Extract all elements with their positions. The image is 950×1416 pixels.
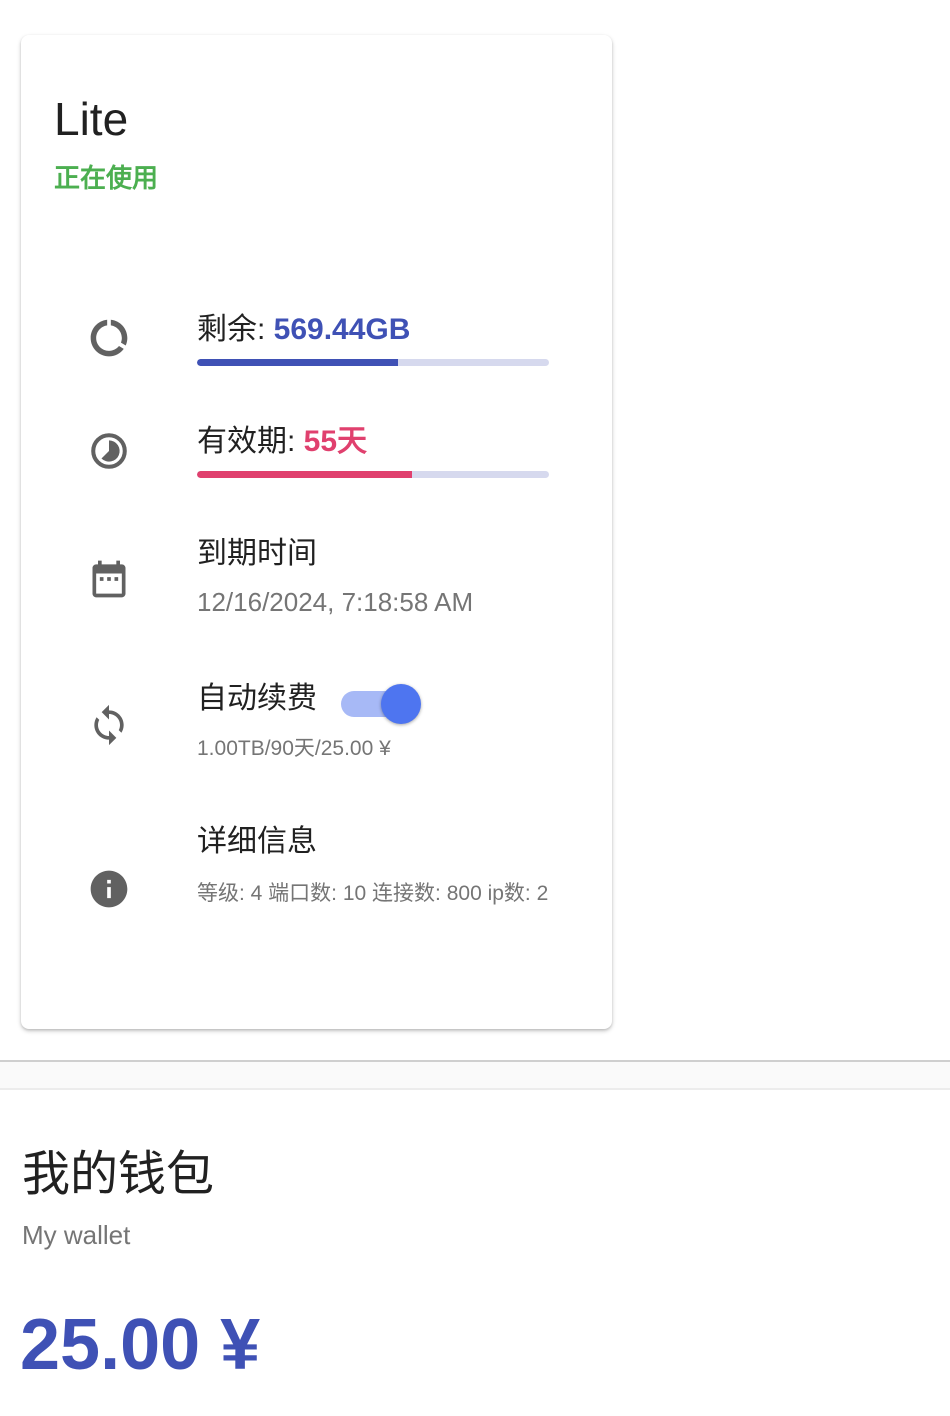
timelapse-icon — [87, 429, 131, 473]
toggle-knob — [381, 684, 421, 724]
plan-card: Lite 正在使用 剩余: 569.44GB 有效期: 55天 到期时间 12/… — [21, 35, 612, 1029]
refresh-icon — [87, 703, 131, 747]
info-icon — [87, 867, 131, 911]
auto-renew-detail: 1.00TB/90天/25.00 ¥ — [197, 737, 391, 760]
plan-name: Lite — [54, 93, 129, 145]
donut-progress-icon — [87, 316, 131, 360]
wallet-subtitle: My wallet — [22, 1220, 131, 1250]
remaining-progress-fill — [197, 359, 398, 366]
wallet-title: 我的钱包 — [22, 1148, 215, 1201]
auto-renew-toggle[interactable] — [341, 683, 423, 724]
details-label: 详细信息 — [197, 825, 317, 858]
validity-row: 有效期: 55天 — [197, 423, 367, 461]
auto-renew-label: 自动续费 — [197, 682, 317, 715]
wallet-amount: 25.00 ¥ — [20, 1305, 261, 1385]
expiry-label: 到期时间 — [197, 537, 317, 570]
expiry-value: 12/16/2024, 7:18:58 AM — [197, 587, 474, 617]
validity-label: 有效期: — [197, 425, 304, 458]
validity-progress-bar — [197, 471, 549, 478]
page: Lite 正在使用 剩余: 569.44GB 有效期: 55天 到期时间 12/… — [0, 0, 950, 1416]
plan-status: 正在使用 — [54, 163, 159, 193]
section-divider — [0, 1060, 950, 1090]
validity-value: 55天 — [303, 425, 368, 458]
remaining-value: 569.44GB — [273, 313, 411, 346]
calendar-icon — [87, 557, 131, 601]
details-text: 等级: 4 端口数: 10 连接数: 800 ip数: 2 — [197, 882, 549, 905]
validity-progress-fill — [197, 471, 412, 478]
remaining-label: 剩余: — [197, 313, 274, 346]
remaining-progress-bar — [197, 359, 549, 366]
remaining-row: 剩余: 569.44GB — [197, 311, 410, 349]
